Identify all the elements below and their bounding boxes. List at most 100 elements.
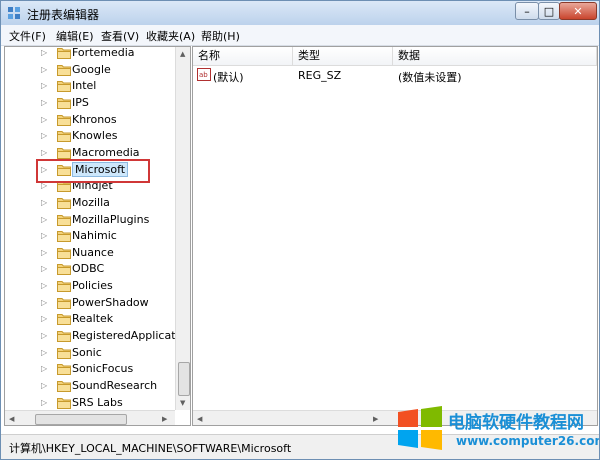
- tree-item[interactable]: ▷ Fortemedia: [5, 46, 175, 61]
- tree-item[interactable]: ▷ Google: [5, 62, 175, 78]
- tree-item-label: MozillaPlugins: [72, 212, 150, 226]
- tree-item-label: Nuance: [72, 245, 114, 259]
- tree-item[interactable]: ▷ MozillaPlugins: [5, 212, 175, 228]
- column-header-name[interactable]: 名称: [193, 47, 293, 65]
- expand-arrow-icon[interactable]: ▷: [41, 198, 49, 208]
- registry-editor-icon: [8, 7, 20, 19]
- close-button[interactable]: ✕: [559, 2, 597, 20]
- folder-icon: [57, 147, 71, 159]
- tree-item[interactable]: ▷ SoundResearch: [5, 378, 175, 394]
- tree-item[interactable]: ▷ SRS Labs: [5, 395, 175, 411]
- folder-icon: [57, 114, 71, 126]
- tree-item[interactable]: ▷ Sonic: [5, 345, 175, 361]
- tree-item-label: Intel: [72, 79, 97, 93]
- string-value-icon: ab: [197, 68, 211, 81]
- expand-arrow-icon[interactable]: ▷: [41, 231, 49, 241]
- tree-item[interactable]: ▷ Khronos: [5, 112, 175, 128]
- scroll-left-icon[interactable]: ◀: [197, 415, 202, 423]
- site-watermark: 电脑软硬件教程网 www.computer26.com: [396, 404, 599, 456]
- expand-arrow-icon[interactable]: ▷: [41, 298, 49, 308]
- column-header-type[interactable]: 类型: [293, 47, 393, 65]
- windows-logo-icon: [398, 406, 442, 450]
- tree-horizontal-scroll-thumb[interactable]: [35, 414, 127, 425]
- minimize-button[interactable]: –: [515, 2, 539, 20]
- tree-vertical-scroll-thumb[interactable]: [178, 362, 190, 396]
- watermark-url: www.computer26.com: [456, 434, 600, 448]
- menu-file[interactable]: 文件(F): [9, 28, 46, 44]
- menu-favorites[interactable]: 收藏夹(A): [146, 28, 195, 44]
- tree-item[interactable]: ▷ SonicFocus: [5, 361, 175, 377]
- menu-edit[interactable]: 编辑(E): [56, 28, 94, 44]
- tree-item[interactable]: ▷ Policies: [5, 278, 175, 294]
- expand-arrow-icon[interactable]: ▷: [41, 314, 49, 324]
- value-name: (默认): [213, 71, 244, 84]
- close-icon: ✕: [573, 5, 583, 18]
- tree-item[interactable]: ▷ Realtek: [5, 311, 175, 327]
- tree-item-label: Fortemedia: [72, 46, 135, 59]
- folder-icon: [57, 97, 71, 109]
- tree-item-label: ODBC: [72, 262, 105, 276]
- tree-item-label: SoundResearch: [72, 379, 158, 392]
- menu-bar: 文件(F) 编辑(E) 查看(V) 收藏夹(A) 帮助(H): [1, 25, 599, 46]
- tree-item[interactable]: ▷ PowerShadow: [5, 295, 175, 311]
- expand-arrow-icon[interactable]: ▷: [41, 248, 49, 258]
- expand-arrow-icon[interactable]: ▷: [41, 348, 49, 358]
- tree-item-label: Macromedia: [72, 145, 140, 159]
- tree-item[interactable]: ▷ Nuance: [5, 245, 175, 261]
- scroll-up-icon[interactable]: ▲: [180, 50, 185, 58]
- tree-item[interactable]: ▷ Mozilla: [5, 195, 175, 211]
- tree-item-label: Mozilla: [72, 195, 110, 209]
- folder-icon: [57, 131, 71, 143]
- folder-icon: [57, 281, 71, 293]
- scroll-left-icon[interactable]: ◀: [9, 415, 14, 423]
- tree-item[interactable]: ▷ Nahimic: [5, 228, 175, 244]
- expand-arrow-icon[interactable]: ▷: [41, 81, 49, 91]
- expand-arrow-icon[interactable]: ▷: [41, 131, 49, 141]
- tree-item-label: PowerShadow: [72, 295, 149, 309]
- expand-arrow-icon[interactable]: ▷: [41, 364, 49, 374]
- expand-arrow-icon[interactable]: ▷: [41, 48, 49, 58]
- tree-item[interactable]: ▷ ODBC: [5, 261, 175, 277]
- svg-text:ab: ab: [199, 71, 208, 79]
- menu-help[interactable]: 帮助(H): [201, 28, 240, 44]
- expand-arrow-icon[interactable]: ▷: [41, 148, 49, 158]
- scroll-right-icon[interactable]: ▶: [162, 415, 167, 423]
- folder-icon: [57, 364, 71, 376]
- expand-arrow-icon[interactable]: ▷: [41, 98, 49, 108]
- maximize-icon: □: [543, 5, 555, 18]
- expand-arrow-icon[interactable]: ▷: [41, 264, 49, 274]
- tree-item-label: Knowles: [72, 129, 118, 143]
- header-divider: [193, 65, 597, 66]
- tree-item[interactable]: ▷ Intel: [5, 78, 175, 94]
- expand-arrow-icon[interactable]: ▷: [41, 398, 49, 408]
- folder-icon: [57, 231, 71, 243]
- folder-icon: [57, 314, 71, 326]
- folder-icon: [57, 397, 71, 409]
- tree-item[interactable]: ▷ RegisteredApplications: [5, 328, 190, 344]
- expand-arrow-icon[interactable]: ▷: [41, 331, 49, 341]
- value-row[interactable]: ab (默认) REG_SZ (数值未设置): [193, 67, 597, 84]
- maximize-button[interactable]: □: [538, 2, 560, 20]
- column-header-data[interactable]: 数据: [393, 47, 597, 65]
- scroll-down-icon[interactable]: ▼: [180, 399, 185, 407]
- values-list[interactable]: 名称 类型 数据 ab (默认) REG_SZ (数值未设置) ◀ ▶: [192, 46, 598, 426]
- tree-item-label: SRS Labs: [72, 395, 123, 409]
- expand-arrow-icon[interactable]: ▷: [41, 281, 49, 291]
- tree-horizontal-scrollbar[interactable]: ◀ ▶: [5, 410, 175, 425]
- menu-view[interactable]: 查看(V): [101, 28, 139, 44]
- expand-arrow-icon[interactable]: ▷: [41, 65, 49, 75]
- tree-item-label: Khronos: [72, 112, 117, 126]
- tree-vertical-scrollbar[interactable]: ▲ ▼: [175, 47, 190, 410]
- tree-item[interactable]: ▷ IPS: [5, 95, 175, 111]
- expand-arrow-icon[interactable]: ▷: [41, 115, 49, 125]
- tree-item-label: Nahimic: [72, 229, 117, 243]
- value-type: REG_SZ: [298, 69, 342, 82]
- expand-arrow-icon[interactable]: ▷: [41, 215, 49, 225]
- key-tree[interactable]: ▷ Fortemedia ▷ Google ▷ Intel ▷ IPS ▷ Khronos ▷ Kno…: [4, 46, 191, 426]
- tree-item[interactable]: ▷ Knowles: [5, 128, 175, 144]
- folder-icon: [57, 264, 71, 276]
- scroll-right-icon[interactable]: ▶: [373, 415, 378, 423]
- tree-item-label: Sonic: [72, 345, 102, 359]
- expand-arrow-icon[interactable]: ▷: [41, 381, 49, 391]
- folder-icon: [57, 247, 71, 259]
